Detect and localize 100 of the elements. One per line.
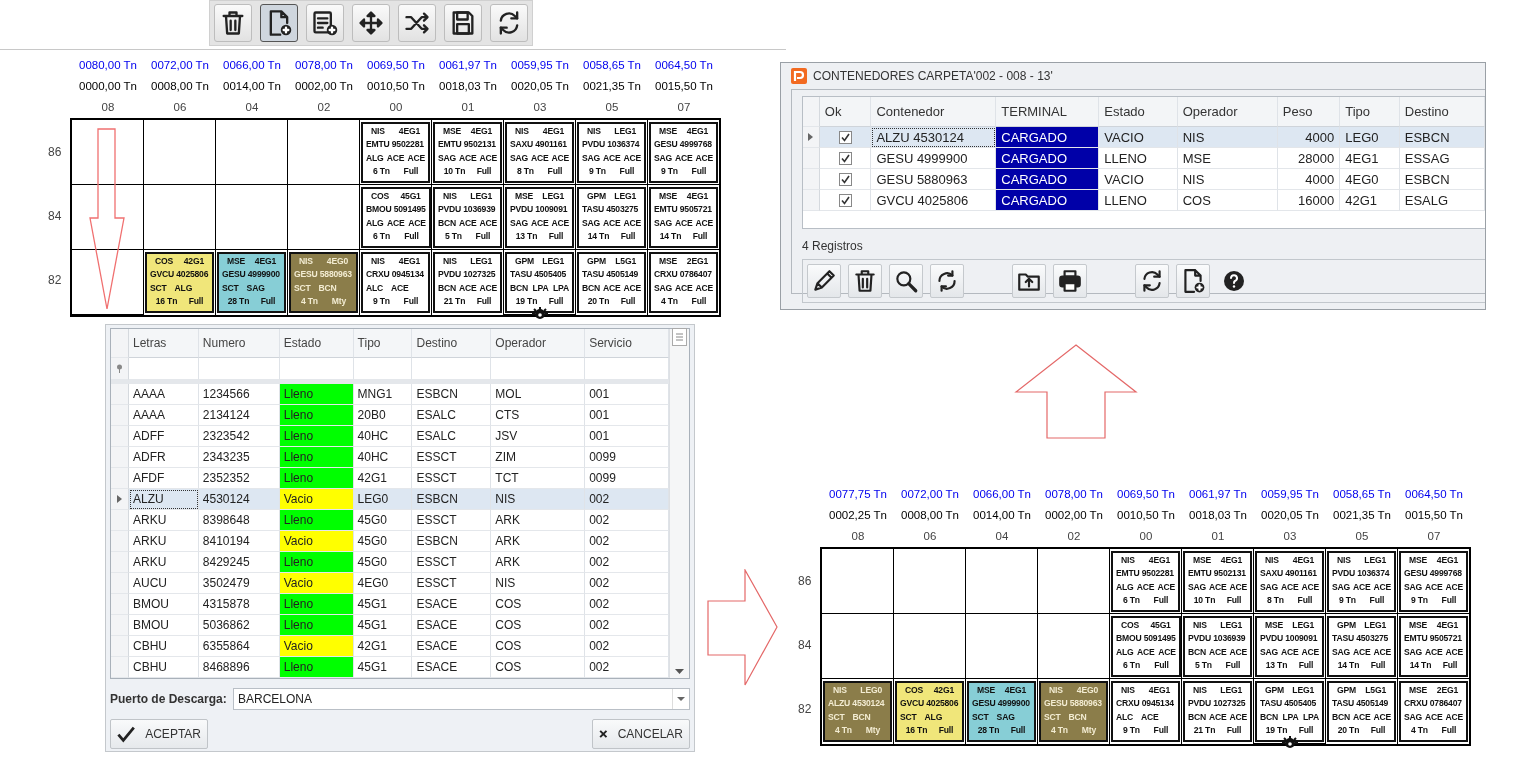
container-box[interactable]: GPM LEG1 TASU 4503275 SAG ACE ACE 14 Tn Full — [577, 187, 646, 248]
container-weight: 19 Tn — [1265, 723, 1288, 737]
table-cell: MOL — [491, 384, 586, 405]
port-code: ACE — [674, 281, 693, 295]
container-box[interactable]: NIS 4EG0 GESU 5880963 SCT BCN 4 Tn Mty — [289, 252, 358, 313]
table-row[interactable]: ARKU 8398648 Lleno 45G0 ESSCT ARK 002 — [111, 510, 669, 531]
container-box[interactable]: COS 42G1 GVCU 4025806 SCT ALG 16 Tn Full — [895, 681, 964, 742]
checkbox[interactable] — [838, 130, 852, 144]
container-box[interactable]: GPM LEG1 TASU 4505405 BCN LPA LPA 19 Tn Full — [1255, 681, 1324, 742]
four-way-arrow-button[interactable] — [352, 4, 390, 42]
file-plus-button[interactable] — [260, 4, 298, 42]
container-box[interactable]: MSE 4EG1 GESU 4999900 SCT SAG 28 Tn Full — [967, 681, 1036, 742]
table-row[interactable]: GVCU 4025806 CARGADO LLENO COS 16000 42G1 ESALG — [803, 190, 1485, 211]
checkbox[interactable] — [838, 151, 852, 165]
container-box[interactable]: COS 45G1 BMOU 5091495 ALG ACE ACE 6 Tn Full — [1111, 616, 1181, 677]
container-box[interactable]: MSE 2EG1 CRXU 0786407 SAG ACE ACE 4 Tn Full — [649, 252, 718, 313]
table-row[interactable]: ALZU 4530124 CARGADO VACIO NIS 4000 LEG0 ESBCN — [803, 127, 1485, 148]
container-box[interactable]: NIS LEG1 PVDU 1027325 BCN ACE ACE 21 Tn Full — [433, 252, 502, 313]
container-box[interactable]: GPM LEG1 TASU 4505405 BCN LPA LPA 19 Tn Full — [505, 252, 574, 313]
table-row[interactable]: ALZU 4530124 Vacio LEG0 ESBCN NIS 002 — [111, 489, 669, 510]
current-weight-label: 0008,00 Tn — [151, 79, 209, 94]
sync-button[interactable] — [1135, 264, 1169, 298]
container-weight: 10 Tn — [443, 164, 466, 178]
container-weight: 20 Tn — [587, 294, 610, 308]
port-code: ALC — [366, 281, 384, 295]
container-box[interactable]: NIS 4EG1 EMTU 9502281 ALG ACE ACE 6 Tn Full — [1111, 551, 1180, 612]
vertical-scrollbar[interactable] — [669, 329, 689, 678]
accept-button[interactable]: ACEPTAR — [110, 719, 208, 749]
container-box[interactable]: NIS 4EG0 GESU 5880963 SCT BCN 4 Tn Mty — [1039, 681, 1108, 742]
container-box[interactable]: MSE 4EG1 EMTU 9502131 SAG ACE ACE 10 Tn Full — [433, 122, 502, 183]
table-cell: ESALC — [412, 405, 492, 426]
container-box[interactable]: MSE LEG1 PVDU 1009091 SAG ACE ACE 13 Tn Full — [1255, 616, 1324, 677]
container-number: EMTU 9502281 — [1116, 567, 1174, 581]
refresh-button[interactable] — [930, 264, 964, 298]
container-box[interactable]: MSE 4EG1 EMTU 9505721 SAG ACE ACE 14 Tn Full — [1399, 616, 1468, 677]
shuffle-button[interactable] — [398, 4, 436, 42]
container-box[interactable]: GPM L5G1 TASU 4505149 BCN ACE ACE 20 Tn Full — [577, 252, 646, 313]
table-row[interactable]: BMOU 5036862 Lleno 45G1 ESACE COS 002 — [111, 615, 669, 636]
table-row[interactable]: ARKU 8410194 Vacio 45G0 ESBCN ARK 002 — [111, 531, 669, 552]
container-number: GVCU 4025806 — [150, 268, 209, 282]
container-box[interactable]: MSE 4EG1 GESU 4999768 SAG ACE ACE 9 Tn Full — [1399, 551, 1468, 612]
container-box[interactable]: GPM LEG1 TASU 4503275 SAG ACE ACE 14 Tn Full — [1327, 616, 1396, 677]
container-box[interactable]: NIS LEG0 ALZU 4530124 SCT BCN 4 Tn Mty — [823, 681, 892, 742]
folder-upload-button[interactable] — [1012, 264, 1046, 298]
container-box[interactable]: GPM L5G1 TASU 4505149 BCN ACE ACE 20 Tn Full — [1327, 681, 1396, 742]
column-header[interactable]: Destino — [412, 329, 492, 358]
cancel-button[interactable]: CANCELAR — [592, 719, 690, 749]
container-box[interactable]: MSE 4EG1 GESU 4999900 SCT SAG 28 Tn Full — [217, 252, 286, 313]
container-box[interactable]: COS 45G1 BMOU 5091495 ALG ACE ACE 6 Tn Full — [361, 187, 431, 248]
table-row[interactable]: BMOU 4315878 Lleno 45G1 ESACE COS 002 — [111, 594, 669, 615]
list-plus-button[interactable] — [306, 4, 344, 42]
floppy-disk-button[interactable] — [444, 4, 482, 42]
port-dropdown[interactable]: BARCELONA — [233, 688, 690, 710]
container-box[interactable]: NIS LEG1 PVDU 1027325 BCN ACE ACE 21 Tn Full — [1183, 681, 1252, 742]
container-box[interactable]: COS 42G1 GVCU 4025806 SCT ALG 16 Tn Full — [145, 252, 214, 313]
container-box[interactable]: NIS LEG1 PVDU 1036939 BCN ACE ACE 5 Tn Full — [1183, 616, 1252, 677]
container-box[interactable]: MSE 2EG1 CRXU 0786407 SAG ACE ACE 4 Tn Full — [1399, 681, 1468, 742]
table-row[interactable]: ADFF 2323542 Lleno 40HC ESALC JSV 001 — [111, 426, 669, 447]
table-row[interactable]: CBHU 8468896 Lleno 45G1 ESACE COS 002 — [111, 657, 669, 678]
container-box[interactable]: NIS LEG1 PVDU 1036374 SAG ACE ACE 9 Tn Full — [577, 122, 646, 183]
pencil-button[interactable] — [807, 264, 841, 298]
container-weight: 16 Tn — [905, 723, 928, 737]
container-box[interactable]: NIS 4EG1 EMTU 9502281 ALG ACE ACE 6 Tn Full — [361, 122, 430, 183]
container-box[interactable]: NIS 4EG1 CRXU 0945134 ALC ACE 9 Tn Full — [1111, 681, 1180, 742]
table-row[interactable]: ADFR 2343235 Lleno 40HC ESSCT ZIM 0099 — [111, 447, 669, 468]
checkbox[interactable] — [838, 193, 852, 207]
table-row[interactable]: ARKU 8429245 Lleno 45G0 ESSCT ARK 002 — [111, 552, 669, 573]
table-row[interactable]: GESU 5880963 CARGADO VACIO NIS 4000 4EG0 ESBCN — [803, 169, 1485, 190]
search-button[interactable] — [889, 264, 923, 298]
container-box[interactable]: NIS 4EG1 CRXU 0945134 ALC ACE 9 Tn Full — [361, 252, 430, 313]
container-box[interactable]: NIS 4EG1 SAXU 4901161 SAG ACE ACE 8 Tn Full — [1255, 551, 1324, 612]
container-type: LEG0 — [860, 684, 882, 697]
column-header[interactable]: Letras — [128, 329, 199, 358]
column-header[interactable]: Estado — [279, 329, 354, 358]
table-row[interactable]: AAAA 1234566 Lleno MNG1 ESBCN MOL 001 — [111, 384, 669, 405]
trash-button[interactable] — [848, 264, 882, 298]
container-box[interactable]: NIS LEG1 PVDU 1036374 SAG ACE ACE 9 Tn Full — [1327, 551, 1396, 612]
scrollbar-thumb[interactable] — [672, 328, 687, 346]
table-cell: NIS — [1177, 127, 1278, 148]
container-box[interactable]: MSE 4EG1 GESU 4999768 SAG ACE ACE 9 Tn Full — [649, 122, 718, 183]
table-cell: VACIO — [1099, 127, 1178, 148]
table-row[interactable]: AUCU 3502479 Vacio 4EG0 ESSCT NIS 002 — [111, 573, 669, 594]
container-box[interactable]: MSE LEG1 PVDU 1009091 SAG ACE ACE 13 Tn Full — [505, 187, 574, 248]
table-row[interactable]: AAAA 2134124 Lleno 20B0 ESALC CTS 001 — [111, 405, 669, 426]
container-box[interactable]: NIS 4EG1 SAXU 4901161 SAG ACE ACE 8 Tn Full — [505, 122, 574, 183]
status-cell: CARGADO — [996, 148, 1100, 169]
printer-button[interactable] — [1053, 264, 1087, 298]
scroll-down-icon[interactable] — [675, 669, 684, 674]
column-header[interactable]: Operador — [491, 329, 586, 358]
checkbox[interactable] — [838, 172, 852, 186]
container-type: LEG1 — [1220, 619, 1242, 632]
column-header[interactable]: Tipo — [353, 329, 413, 358]
container-box[interactable]: MSE 4EG1 EMTU 9505721 SAG ACE ACE 14 Tn Full — [649, 187, 718, 248]
table-row[interactable]: GESU 4999900 CARGADO LLENO MSE 28000 4EG1 ESSAG — [803, 148, 1485, 169]
container-box[interactable]: NIS LEG1 PVDU 1036939 BCN ACE ACE 5 Tn Full — [433, 187, 502, 248]
sync-button[interactable] — [490, 4, 528, 42]
column-header[interactable]: Numero — [198, 329, 280, 358]
table-row[interactable]: CBHU 6355864 Vacio 42G1 ESACE COS 002 — [111, 636, 669, 657]
trash-button[interactable] — [214, 4, 252, 42]
container-box[interactable]: MSE 4EG1 EMTU 9502131 SAG ACE ACE 10 Tn Full — [1183, 551, 1252, 612]
